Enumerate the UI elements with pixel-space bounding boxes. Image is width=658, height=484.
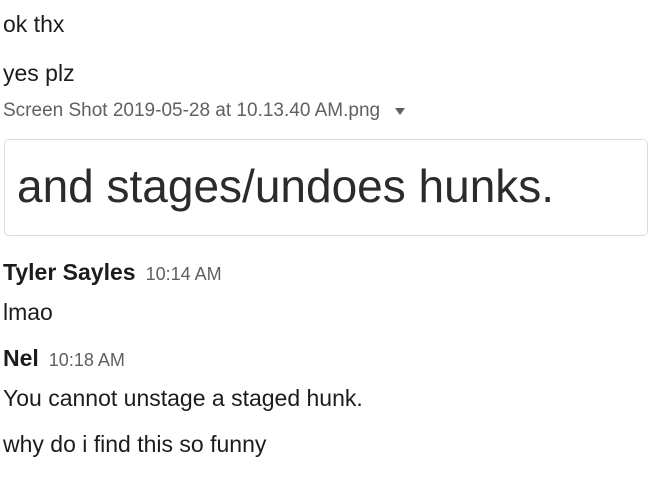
- message-text: yes plz: [3, 60, 75, 86]
- message-text: ok thx: [3, 11, 65, 37]
- message-timestamp[interactable]: 10:14 AM: [146, 264, 222, 285]
- file-name-link[interactable]: Screen Shot 2019-05-28 at 10.13.40 AM.pn…: [3, 100, 380, 122]
- message-header: Nel 10:18 AM: [3, 345, 125, 372]
- message-timestamp[interactable]: 10:18 AM: [49, 350, 125, 371]
- caret-down-icon[interactable]: [395, 107, 406, 115]
- image-attachment-preview[interactable]: and stages/undoes hunks.: [4, 139, 648, 236]
- message-text: why do i find this so funny: [3, 431, 267, 457]
- sender-name[interactable]: Nel: [3, 345, 39, 372]
- file-attachment-header: Screen Shot 2019-05-28 at 10.13.40 AM.pn…: [3, 98, 406, 124]
- message-text: lmao: [3, 299, 53, 325]
- image-preview-text: and stages/undoes hunks.: [17, 160, 555, 212]
- message-header: Tyler Sayles 10:14 AM: [3, 259, 222, 286]
- message-text: You cannot unstage a staged hunk.: [3, 385, 363, 411]
- sender-name[interactable]: Tyler Sayles: [3, 259, 136, 286]
